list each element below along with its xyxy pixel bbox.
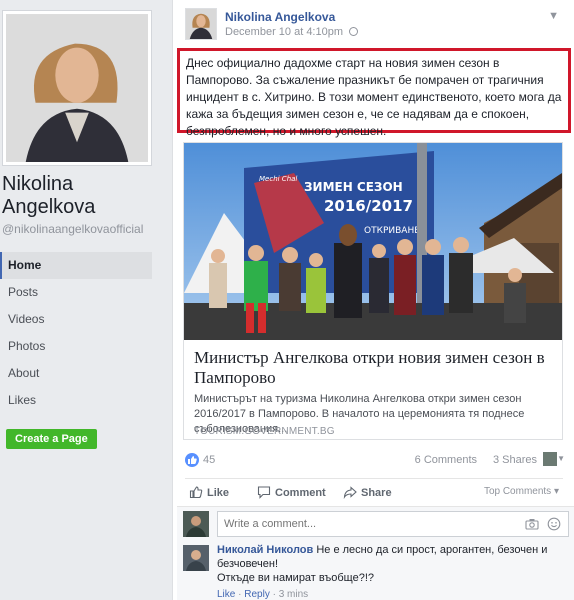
comment-label: Comment — [275, 487, 326, 499]
nav-likes[interactable]: Likes — [0, 387, 152, 414]
nav-home[interactable]: Home — [0, 252, 152, 279]
banner-year: 2016/2017 — [324, 197, 413, 215]
nav-posts[interactable]: Posts — [0, 279, 152, 306]
comment-composer — [183, 511, 571, 537]
link-domain: TOURISM.GOVERNMENT.BG — [194, 426, 335, 437]
comment-text-line2: Откъде ви намират въобще?!? — [217, 572, 375, 584]
share-count[interactable]: 3 Shares — [493, 454, 537, 466]
comments-section: Николай Николов Не е лесно да си прост, … — [177, 506, 574, 600]
camera-icon[interactable] — [525, 518, 539, 530]
comment-count[interactable]: 6 Comments — [415, 454, 477, 466]
thumbs-up-icon — [189, 486, 203, 499]
post-card: Nikolina Angelkova December 10 at 4:10pm… — [172, 0, 574, 600]
like-label: Like — [207, 487, 230, 499]
globe-icon — [349, 27, 359, 36]
comment-author[interactable]: Николай Николов — [217, 544, 313, 556]
like-count[interactable]: 45 — [203, 454, 215, 466]
like-button[interactable]: Like — [189, 485, 229, 499]
share-button[interactable]: Share — [343, 485, 392, 499]
comment-button[interactable]: Comment — [257, 485, 326, 499]
page-sidebar: Nikolina Angelkova @nikolinaangelkovaoff… — [0, 0, 160, 600]
post-actions: Like Comment Share Top Comments ▾ — [185, 478, 563, 504]
author-avatar[interactable] — [185, 8, 217, 40]
nav-photos[interactable]: Photos — [0, 333, 152, 360]
commenter-photo — [183, 545, 209, 571]
link-image[interactable]: Mechi Chal ЗИМЕН СЕЗОН 2016/2017 ОТКРИВА… — [184, 143, 562, 340]
profile-photo — [6, 14, 148, 162]
comment-meta: Like · Reply · 3 mins — [217, 589, 309, 600]
comment-reply-link[interactable]: Reply — [244, 589, 270, 600]
top-comments-dropdown[interactable]: Top Comments ▾ — [484, 486, 559, 497]
post-author[interactable]: Nikolina Angelkova — [225, 10, 335, 24]
page-name: Nikolina Angelkova — [2, 173, 96, 218]
current-user-avatar[interactable] — [183, 511, 209, 537]
page-nav: Home Posts Videos Photos About Likes — [0, 252, 152, 414]
comment-body: Николай Николов Не е лесно да си прост, … — [217, 543, 567, 585]
share-icon — [343, 486, 357, 499]
link-title[interactable]: Министър Ангелкова откри новия зимен сез… — [194, 348, 554, 388]
banner-opening: ОТКРИВАНЕ — [364, 226, 420, 236]
banner-season: ЗИМЕН СЕЗОН — [304, 180, 403, 194]
post-header: Nikolina Angelkova December 10 at 4:10pm… — [185, 8, 565, 42]
current-user-photo — [183, 511, 209, 537]
nav-videos[interactable]: Videos — [0, 306, 152, 333]
post-timestamp[interactable]: December 10 at 4:10pm — [225, 26, 343, 38]
create-page-button[interactable]: Create a Page — [6, 429, 97, 449]
like-reaction-icon[interactable] — [185, 453, 199, 467]
top-comments-label: Top Comments — [483, 486, 552, 497]
post-text: Днес официално дадохме старт на новия зи… — [177, 48, 571, 138]
comment-input[interactable] — [217, 511, 569, 537]
post-meta: December 10 at 4:10pm — [225, 26, 359, 38]
comment-like-link[interactable]: Like — [217, 589, 235, 600]
nav-about[interactable]: About — [0, 360, 152, 387]
commenter-avatar[interactable] — [183, 545, 209, 571]
banner-caption: Mechi Chal — [259, 175, 297, 183]
comment-icon — [257, 486, 271, 499]
comment-time[interactable]: 3 mins — [279, 589, 308, 600]
share-label: Share — [361, 487, 392, 499]
chevron-down-icon[interactable]: ▼ — [548, 10, 559, 22]
author-photo — [186, 9, 216, 39]
caret-down-icon[interactable]: ▼ — [557, 454, 565, 463]
emoji-icon[interactable] — [547, 517, 561, 531]
page-handle[interactable]: @nikolinaangelkovaofficial — [2, 222, 143, 236]
reactions-bar: 45 6 Comments 3 Shares ▼ — [185, 452, 565, 470]
viewer-avatar[interactable] — [543, 452, 557, 466]
profile-picture[interactable] — [2, 10, 152, 166]
link-preview[interactable]: Mechi Chal ЗИМЕН СЕЗОН 2016/2017 ОТКРИВА… — [183, 142, 563, 440]
